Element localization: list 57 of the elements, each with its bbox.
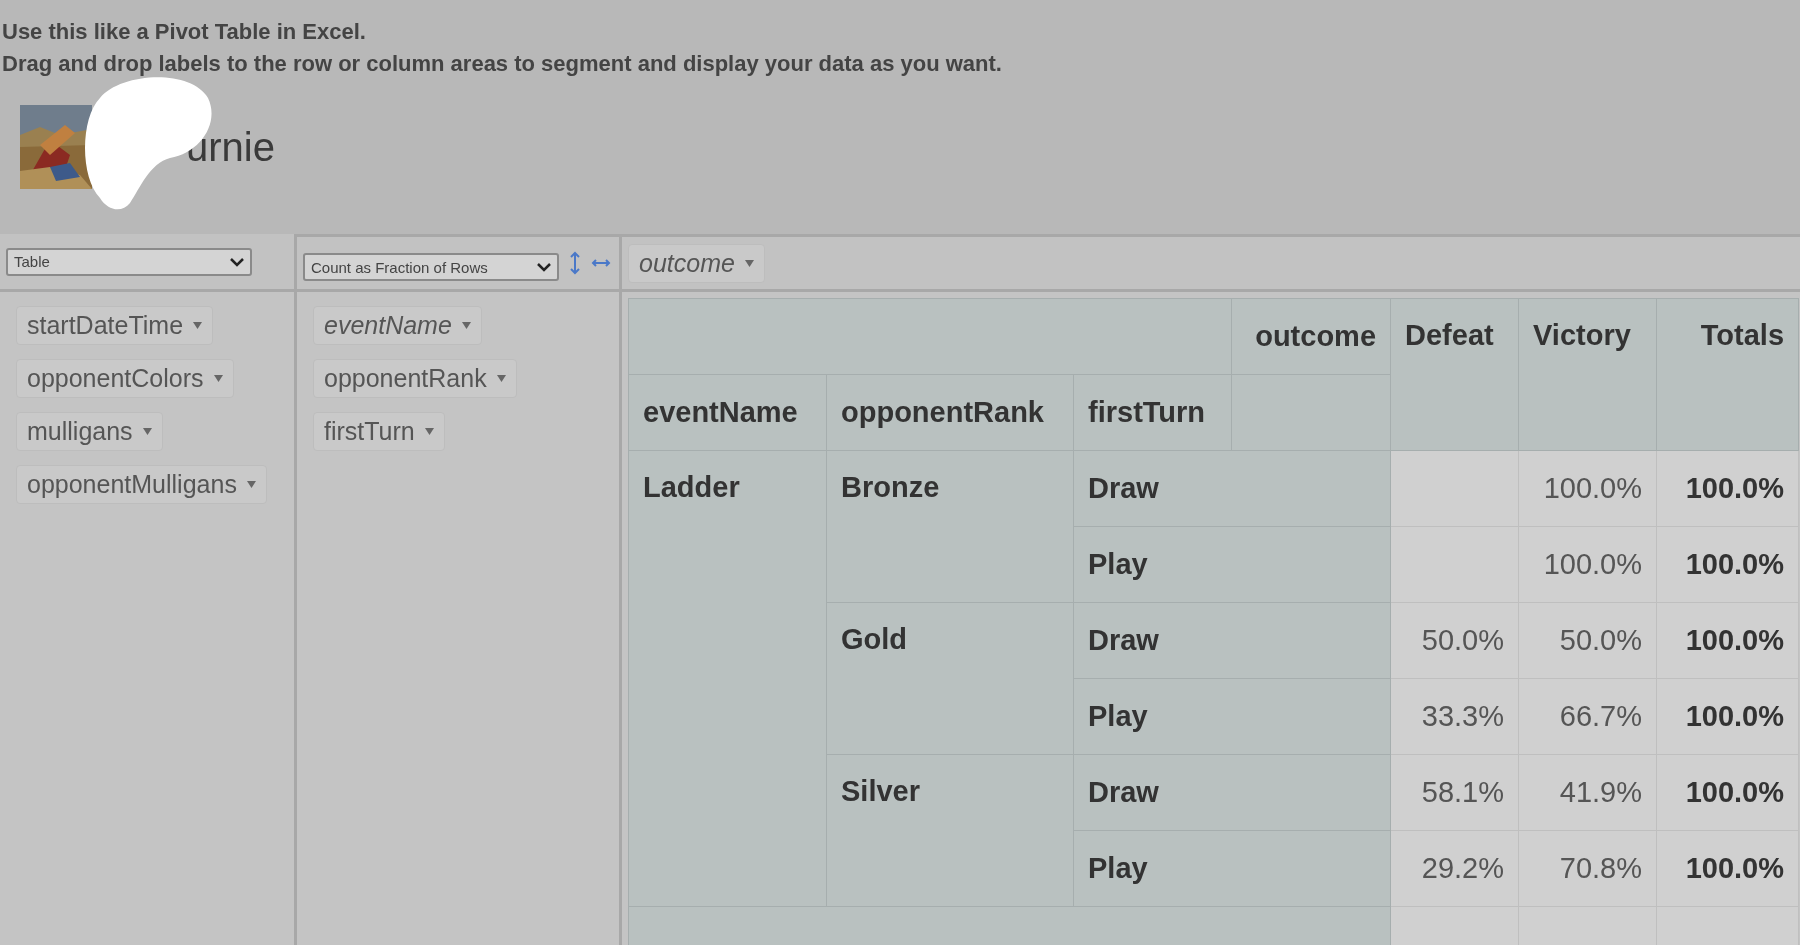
caret-icon [193,322,203,329]
caret-icon [142,428,152,435]
row-header: Ladder [628,450,827,907]
field-label[interactable]: opponentMulligans [16,465,267,504]
table-cell: 58.1% [1390,754,1519,831]
row-header: Draw [1073,602,1391,679]
field-label[interactable]: opponentColors [16,359,234,398]
field-label[interactable]: mulligans [16,412,163,451]
table-cell: 50.0% [1518,602,1657,679]
caret-icon [213,375,223,382]
row-axis-header: opponentRank [826,374,1074,451]
row-header: Draw [1073,450,1391,527]
deck-name: urnie [186,124,275,170]
caret-icon [461,322,471,329]
column-header: Victory [1518,298,1657,451]
table-cell: 100.0% [1656,602,1799,679]
table-cell: 70.8% [1518,830,1657,907]
table-cell: 100.0% [1656,830,1799,907]
row-axis-header: firstTurn [1073,374,1232,451]
updown-arrow-icon[interactable] [569,251,581,275]
column-axis-header: outcome [1231,298,1391,375]
caret-icon [744,259,754,267]
caret-icon [496,375,506,382]
field-label[interactable]: eventName [313,306,482,345]
field-label[interactable]: outcome [628,243,765,283]
table-cell: 100.0% [1656,754,1799,831]
row-header: Silver [826,754,1074,907]
row-header: Play [1073,526,1391,603]
row-header: Play [1073,678,1391,755]
intro-text: Drag and drop labels to the row or column areas to segment and display your data as you want. [2,50,1003,78]
table-cell: 100.0% [1656,678,1799,755]
chevron-icon [537,262,551,272]
row-header: Gold [826,602,1074,755]
row-header: Bronze [826,450,1074,603]
row-axis-header: eventName [628,374,827,451]
aggregator-select[interactable]: Count as Fraction of Rows [303,253,559,281]
row-header: Draw [1073,754,1391,831]
field-label[interactable]: startDateTime [16,306,214,345]
table-cell: 29.2% [1390,830,1519,907]
table-cell: 100.0% [1518,526,1657,603]
table-cell: 41.9% [1518,754,1657,831]
field-label[interactable]: firstTurn [313,412,445,451]
caret-icon [424,428,434,435]
chevron-icon [230,256,244,267]
field-label[interactable]: opponentRank [313,359,517,398]
table-cell: 66.7% [1518,678,1657,755]
table-cell: 100.0% [1518,450,1657,527]
table-cell: 100.0% [1656,450,1799,527]
table-cell: 100.0% [1656,526,1799,603]
caret-icon [246,481,256,488]
column-header: Totals [1656,298,1799,451]
row-header: Play [1073,830,1391,907]
renderer-select[interactable]: Table [6,247,252,276]
intro-text: Use this like a Pivot Table in Excel. [2,18,367,46]
column-header: Defeat [1390,298,1519,451]
table-cell: 33.3% [1390,678,1519,755]
table-cell: 50.0% [1390,602,1519,679]
